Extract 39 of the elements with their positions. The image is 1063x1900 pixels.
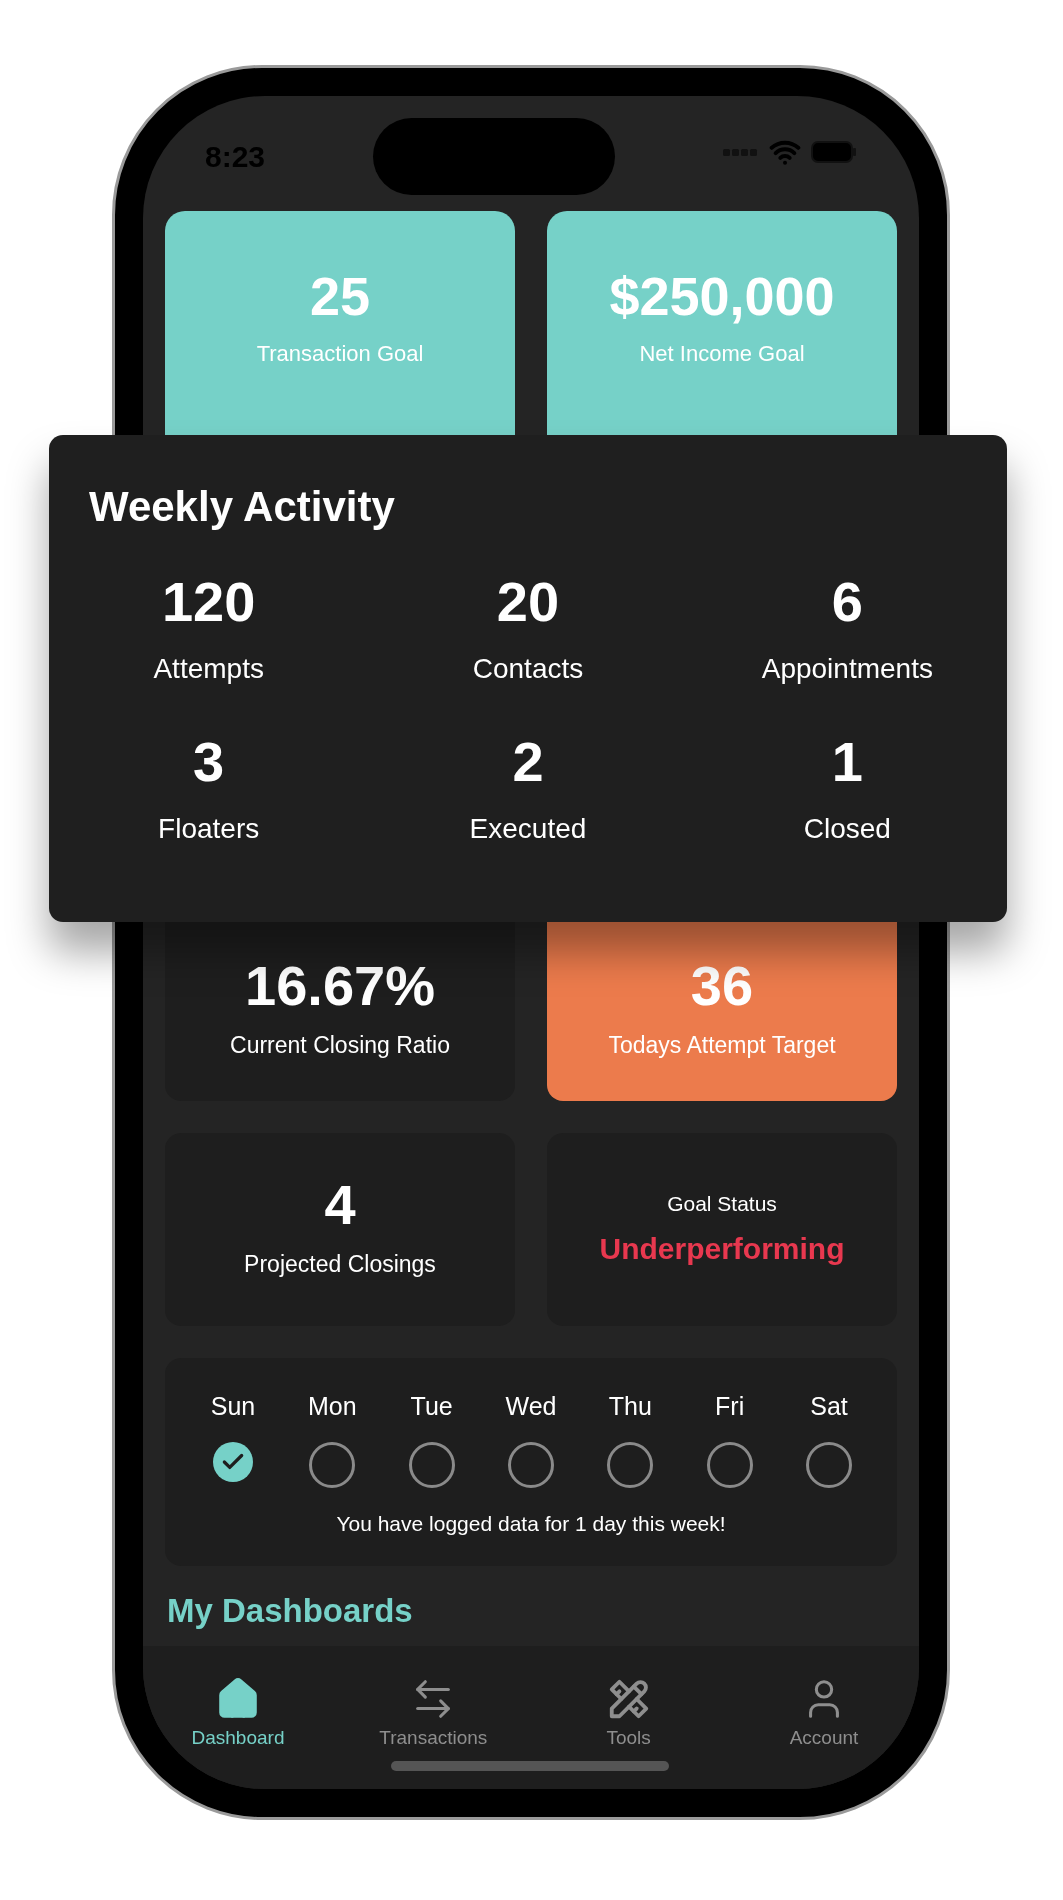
week-log-message: You have logged data for 1 day this week! (336, 1510, 726, 1537)
metric-value: 16.67% (245, 957, 435, 1014)
stat-label: Executed (469, 812, 587, 846)
metric-value: 36 (690, 957, 754, 1014)
goal-label: Transaction Goal (256, 340, 424, 368)
stat-label: Attempts (153, 652, 264, 686)
day-label: Tue (410, 1391, 453, 1422)
metric-label: Todays Attempt Target (608, 1030, 836, 1060)
status-value: Underperforming (599, 1230, 845, 1267)
tab-item[interactable]: Dashboard (153, 1675, 323, 1789)
stat-label: Contacts (472, 652, 584, 686)
stat-value: 6 (831, 574, 863, 630)
tab-item[interactable]: Transactions (348, 1675, 519, 1789)
section-title: My Dashboards (167, 1591, 414, 1631)
tab-item[interactable]: Tools (543, 1675, 714, 1789)
day-label: Mon (308, 1391, 357, 1422)
day-label: Wed (505, 1391, 557, 1422)
day-label: Sat (810, 1391, 848, 1422)
stat-label: Appointments (761, 652, 933, 686)
stat-value: 2 (512, 734, 544, 790)
stat-label: Closed (803, 812, 891, 846)
stat-value: 120 (161, 574, 256, 630)
stat-value: 20 (496, 574, 560, 630)
metric-value: 4 (324, 1177, 356, 1234)
status-label: Goal Status (667, 1191, 777, 1218)
goal-value: $250,000 (609, 269, 835, 323)
metric-label: Projected Closings (244, 1250, 436, 1280)
stat-label: Floaters (158, 812, 260, 846)
day-label: Thu (608, 1391, 652, 1422)
metric-label: Current Closing Ratio (230, 1030, 450, 1060)
stat-value: 1 (831, 734, 863, 790)
goal-value: 25 (309, 269, 371, 323)
goal-label: Net Income Goal (639, 340, 805, 368)
tab-item[interactable]: Account (739, 1675, 909, 1789)
day-label: Fri (715, 1391, 745, 1422)
stat-value: 3 (193, 734, 225, 790)
battery-icon (811, 140, 857, 164)
day-label: Sun (210, 1391, 256, 1422)
panel-title: Weekly Activity (89, 482, 396, 532)
